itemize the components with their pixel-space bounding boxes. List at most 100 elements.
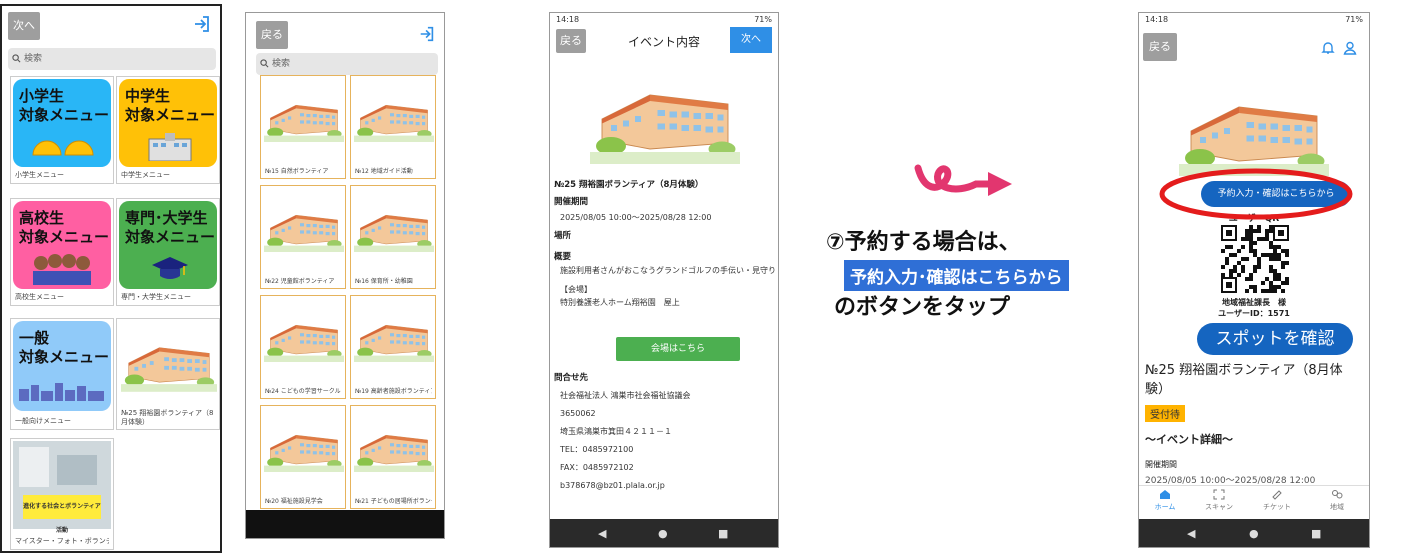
nav-home-icon[interactable]: ● (1249, 527, 1259, 540)
facility-photo (354, 203, 434, 253)
user-icon[interactable] (1343, 41, 1357, 55)
event-name: №25 翔裕園ボランティア（8月体験） (554, 180, 704, 190)
period-label: 開催期間 (554, 197, 589, 207)
tile-caption: 小学生メニュー (15, 171, 64, 179)
contact-org: 社会福祉法人 鴻巣市社会福祉協議会 (560, 391, 691, 400)
tile-caption: 専門・大学生メニュー (121, 293, 191, 301)
tab-label: チケット (1263, 503, 1291, 511)
menu-card-general[interactable]: 一般 対象メニュー 一般向けメニュー (10, 318, 114, 430)
photo-banner: 進化する社会とボランティア活動 (23, 495, 101, 534)
menu-card-high-school[interactable]: 高校生 対象メニュー 高校生メニュー (10, 198, 114, 306)
map-pin-icon (1332, 490, 1343, 499)
login-icon[interactable] (192, 14, 212, 34)
event-caption: №12 地域ガイド活動 (355, 168, 413, 175)
event-card[interactable]: №15 自然ボランティア (260, 75, 346, 179)
nav-home-icon[interactable]: ● (658, 527, 668, 540)
hard-hat-icon (32, 140, 94, 156)
tile-subtitle: 対象メニュー (125, 228, 216, 246)
next-button[interactable]: 次へ (8, 12, 40, 40)
search-icon (260, 59, 269, 68)
outline-value: 施設利用者さんがおこなうグランドゴルフの手伝い・見守り (560, 266, 776, 275)
period-label: 開催期間 (1145, 460, 1177, 469)
tile-title: 中学生 (125, 87, 171, 105)
event-card[interactable]: №12 地域ガイド活動 (350, 75, 436, 179)
event-caption: №19 高齢者施設ボランティア (355, 388, 433, 395)
tile-caption: 一般向けメニュー (15, 417, 71, 425)
android-nav-bar: ◀ ● ■ (1139, 519, 1369, 547)
venue-heading: 【会場】 (560, 285, 592, 294)
search-input[interactable]: 検索 (256, 53, 438, 75)
townscape-icon (19, 383, 104, 401)
period-value: 2025/08/05 10:00～2025/08/28 12:00 (560, 213, 712, 222)
event-card[interactable]: №24 こどもの学習サークル (260, 295, 346, 399)
bell-icon[interactable] (1321, 41, 1335, 55)
event-card[interactable]: №22 児童館ボランティア (260, 185, 346, 289)
venue-value: 特別養護老人ホーム翔裕園 屋上 (560, 298, 680, 307)
facility-photo (121, 333, 217, 393)
next-button[interactable]: 次へ (730, 27, 772, 53)
status-bar: 14:18 71% (1139, 13, 1369, 27)
photo-caption: マイスター・フォト・ボランティア (15, 537, 109, 545)
school-icon (148, 133, 192, 161)
spot-button[interactable]: スポットを確認 (1197, 323, 1353, 355)
tab-area[interactable]: 地域 (1317, 489, 1357, 512)
status-time: 14:18 (1145, 15, 1169, 24)
tile-title: 専門･大学生 (125, 209, 208, 227)
user-name: 地域福祉課長 様 (1222, 298, 1286, 307)
nav-back-icon[interactable]: ◀ (598, 527, 606, 540)
search-placeholder: 検索 (24, 54, 43, 64)
back-button[interactable]: 戻る (1143, 33, 1177, 61)
menu-card-junior-high[interactable]: 中学生 対象メニュー 中学生メニュー (116, 76, 220, 184)
status-battery: 71% (1345, 15, 1363, 24)
event-card[interactable]: №19 高齢者施設ボランティア (350, 295, 436, 399)
nav-recent-icon[interactable]: ■ (1311, 527, 1321, 540)
venue-button[interactable]: 会場はこちら (616, 337, 740, 361)
scan-icon (1213, 489, 1225, 500)
tile-caption: 中学生メニュー (121, 171, 170, 179)
menu-card-elementary[interactable]: 小学生 対象メニュー 小学生メニュー (10, 76, 114, 184)
tile-subtitle: 対象メニュー (19, 106, 110, 124)
contact-tel: TEL：0485972100 (560, 445, 634, 454)
tab-ticket[interactable]: チケット (1257, 489, 1297, 512)
highlight-circle (1159, 168, 1353, 220)
back-button[interactable]: 戻る (256, 21, 288, 49)
android-nav-bar: ◀ ● ■ (550, 519, 778, 547)
facility-photo (354, 423, 434, 473)
login-icon[interactable] (418, 25, 436, 43)
event-card[interactable]: №20 福祉施設見学会 (260, 405, 346, 509)
facility-photo (354, 313, 434, 363)
menu-tile: 小学生 対象メニュー (13, 79, 111, 167)
tab-scan[interactable]: スキャン (1199, 489, 1239, 512)
status-bar: 14:18 71% (550, 13, 778, 27)
event-card[interactable]: №25 翔裕園ボランティア（8月体験） (116, 318, 220, 430)
facility-photo (354, 93, 434, 143)
tab-label: 地域 (1330, 503, 1344, 511)
phone-home-screen: 14:18 71% 戻る 予約入力・確認はこちらから ユーザーQR 地域福祉課長… (1138, 12, 1370, 548)
contact-email[interactable]: b378678@bz01.plala.or.jp (560, 477, 776, 495)
menu-tile: 一般 対象メニュー (13, 321, 111, 411)
students-icon (33, 254, 91, 285)
tab-bar: ホーム スキャン チケット 地域 (1139, 485, 1369, 519)
menu-tile: 高校生 対象メニュー (13, 201, 111, 289)
event-card[interactable]: №21 子どもの居場所ボランティア (350, 405, 436, 509)
contact-label: 問合せ先 (554, 373, 589, 383)
menu-card-university[interactable]: 専門･大学生 対象メニュー 専門・大学生メニュー (116, 198, 220, 306)
instruction-line3: のボタンをタップ (834, 295, 1011, 320)
photo-thumbnail: 進化する社会とボランティア活動 (13, 441, 111, 534)
ticket-icon (1272, 490, 1282, 500)
nav-recent-icon[interactable]: ■ (718, 527, 728, 540)
photo-card[interactable]: 進化する社会とボランティア活動 マイスター・フォト・ボランティア (10, 438, 114, 550)
phone-event-detail-screen: 14:18 71% 戻る イベント内容 次へ №25 翔裕園ボランティア（8月体… (549, 12, 779, 548)
status-time: 14:18 (556, 15, 580, 24)
home-icon (1160, 490, 1170, 499)
event-caption: №21 子どもの居場所ボランティア (355, 498, 432, 505)
facility-image (590, 73, 740, 165)
tab-home[interactable]: ホーム (1145, 489, 1185, 512)
search-input[interactable]: 検索 (8, 48, 216, 70)
contact-zip: 3650062 (560, 409, 596, 418)
nav-back-icon[interactable]: ◀ (1187, 527, 1195, 540)
event-caption: №22 児童館ボランティア (265, 278, 335, 285)
tab-label: ホーム (1154, 503, 1176, 511)
event-card[interactable]: №16 保育所・幼稚園 (350, 185, 436, 289)
outline-label: 概要 (554, 252, 572, 262)
